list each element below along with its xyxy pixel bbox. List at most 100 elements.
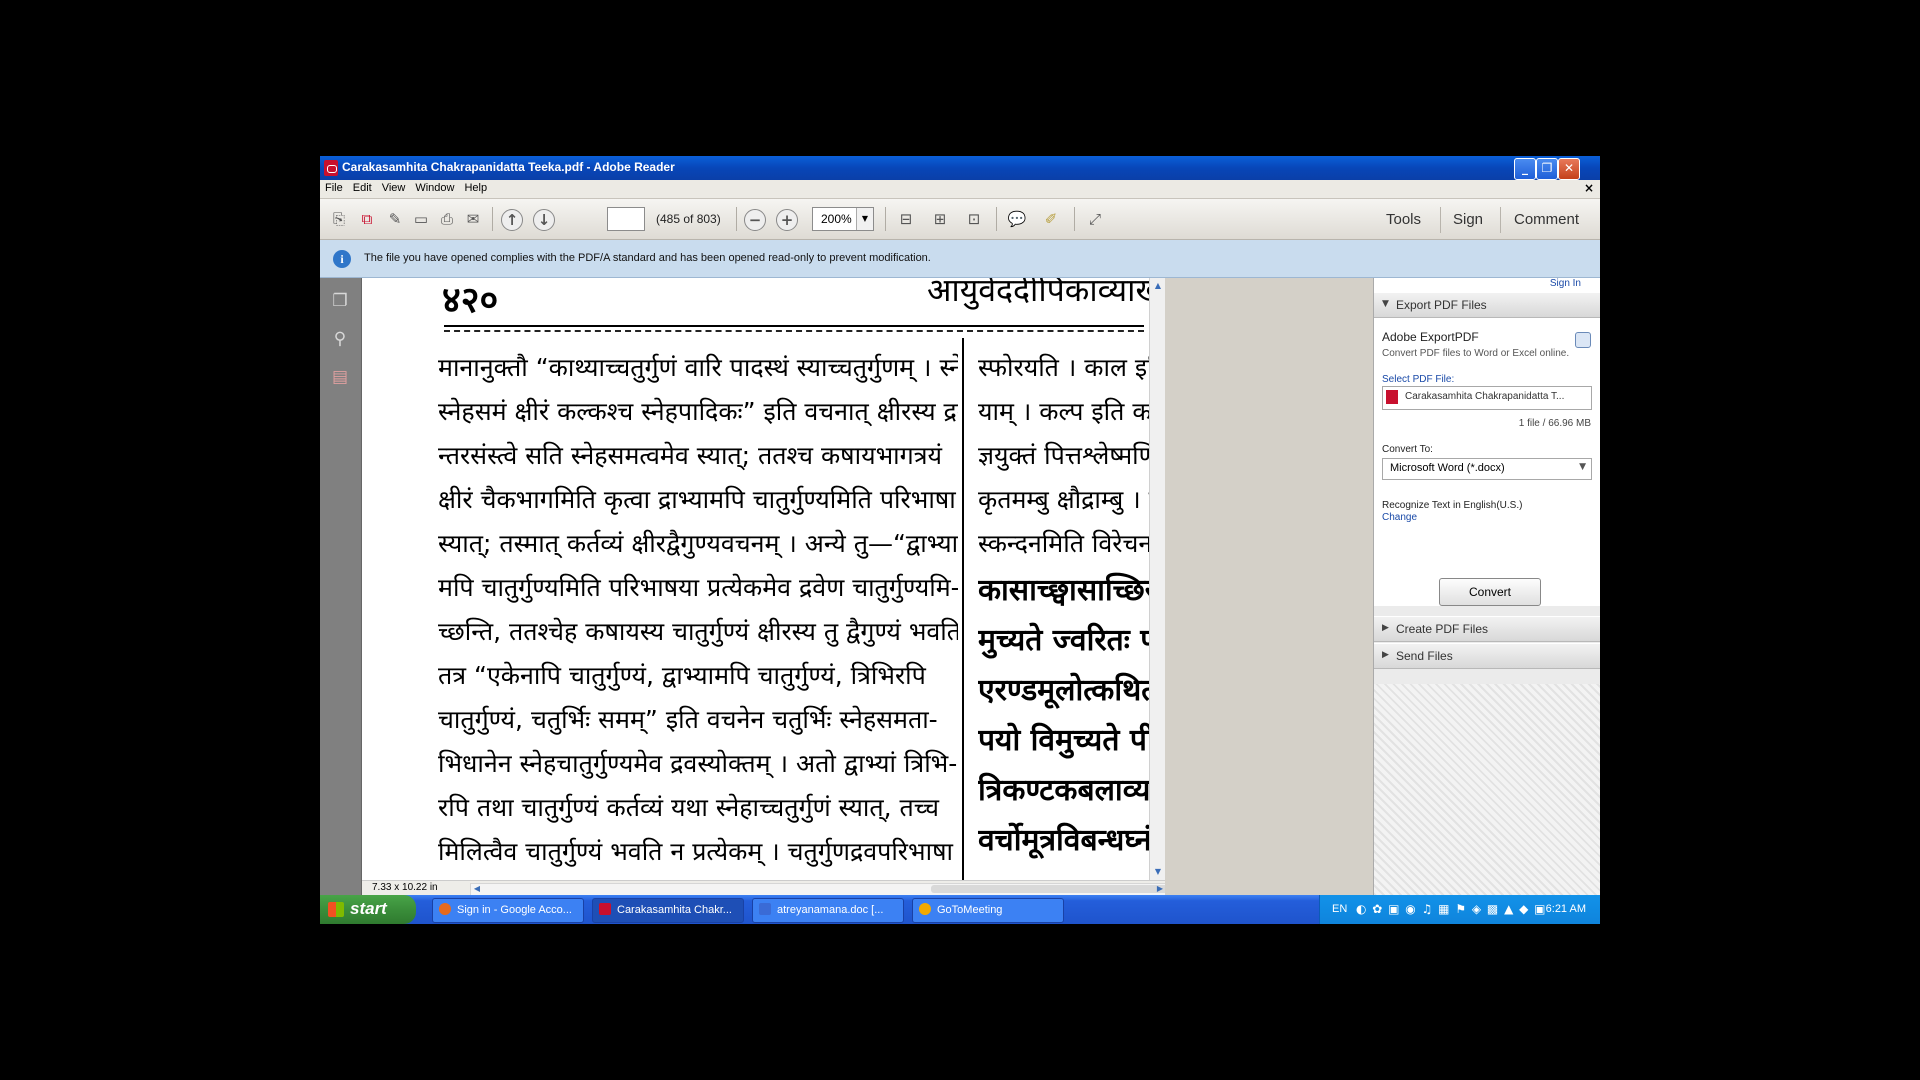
chevron-down-icon[interactable]: ▼: [856, 208, 873, 230]
language-indicator[interactable]: EN: [1332, 903, 1347, 915]
scroll-down-icon[interactable]: ▼: [1152, 866, 1164, 878]
vertical-scrollbar[interactable]: ▲ ▼: [1149, 278, 1165, 880]
create-pdf-header[interactable]: ▶ Create PDF Files: [1374, 616, 1600, 642]
tab-comment[interactable]: Comment: [1514, 211, 1579, 228]
export-pdf-title: Export PDF Files: [1396, 298, 1487, 312]
convert-button[interactable]: Convert: [1439, 578, 1541, 606]
signatures-icon[interactable]: ▤: [330, 366, 350, 388]
column-rule: [962, 338, 964, 880]
toolbar-separator: [996, 207, 997, 231]
window-title: Carakasamhita Chakrapanidatta Teeka.pdf …: [342, 160, 675, 174]
text-line: मिलित्वैव चातुर्गुण्यं भवति न प्रत्येकम्…: [438, 837, 954, 866]
taskbar-item-google[interactable]: Sign in - Google Acco...: [432, 898, 584, 923]
text-line: क्षीरं चैकभागमिति कृत्वा द्राभ्यामपि चात…: [438, 485, 956, 514]
menu-edit[interactable]: Edit: [348, 180, 377, 196]
page-number-input[interactable]: [607, 207, 645, 231]
taskbar-item-adobe[interactable]: Carakasamhita Chakr...: [592, 898, 744, 923]
scroll-thumb[interactable]: [931, 885, 1165, 893]
menu-window[interactable]: Window: [410, 180, 459, 196]
right-column-text: स्फोरयति । काल इति याम् । कल्प इति कल्पस…: [978, 346, 1149, 866]
save-icon[interactable]: ▭: [410, 208, 432, 230]
windows-flag-icon: [328, 902, 344, 917]
full-screen-icon[interactable]: ⤢: [1084, 208, 1106, 230]
create-pdf-icon[interactable]: ⎘: [328, 208, 350, 230]
chevron-down-icon[interactable]: ▼: [1579, 462, 1586, 472]
menu-view[interactable]: View: [377, 180, 411, 196]
tools-pane: Sign In ▼ Export PDF Files Adobe ExportP…: [1373, 278, 1600, 895]
open-pdf-icon[interactable]: ⧉: [356, 208, 378, 230]
sign-in-bar: Sign In: [1374, 278, 1600, 292]
convert-to-select[interactable]: Microsoft Word (*.docx) ▼: [1382, 458, 1592, 480]
task-label: GoToMeeting: [937, 904, 1003, 916]
send-files-header[interactable]: ▶ Send Files: [1374, 643, 1600, 669]
scroll-left-icon[interactable]: ◀: [471, 883, 483, 894]
toolbar-separator: [736, 207, 737, 231]
fit-width-icon[interactable]: ⊞: [929, 208, 951, 230]
toolbar-separator: [1074, 207, 1075, 231]
text-line: स्नेहसमं क्षीरं कल्कश्च स्नेहपादिकः” इति…: [438, 397, 958, 426]
taskbar-item-word[interactable]: atreyanamana.doc [...: [752, 898, 904, 923]
send-files-title: Send Files: [1396, 649, 1453, 663]
scrolling-mode-icon[interactable]: ⊡: [963, 208, 985, 230]
text-line: स्फोरयति । काल इति: [978, 353, 1149, 382]
previous-page-icon[interactable]: ↑: [501, 209, 523, 231]
page-size: 7.33 x 10.22 in: [372, 882, 438, 893]
next-page-icon[interactable]: ↓: [533, 209, 555, 231]
document-view[interactable]: ४२० आयुर्वेददीपिकाव्याख्यासंवलिता मानानु…: [362, 278, 1165, 895]
close-button[interactable]: ✕: [1558, 158, 1580, 180]
attachments-icon[interactable]: ⚲: [330, 328, 350, 350]
zoom-value: 200%: [821, 212, 852, 226]
email-icon[interactable]: ✉: [462, 208, 484, 230]
create-pdf-title: Create PDF Files: [1396, 622, 1489, 636]
toolbar: ⎘ ⧉ ✎ ▭ ⎙ ✉ ↑ ↓ (485 of 803) − + 200% ▼ …: [320, 199, 1600, 240]
selected-file-name: Carakasamhita Chakrapanidatta T...: [1405, 391, 1565, 402]
recognize-text-label: Recognize Text in English(U.S.): [1382, 500, 1523, 511]
page-number-text: ४२०: [442, 279, 499, 321]
tab-sign[interactable]: Sign: [1453, 211, 1483, 228]
text-line: रपि तथा चातुर्गुण्यं कर्तव्यं यथा स्नेहा…: [438, 793, 940, 822]
status-row: 7.33 x 10.22 in ◀ ▶: [362, 880, 1165, 895]
scroll-right-icon[interactable]: ▶: [1154, 883, 1165, 894]
comment-icon[interactable]: 💬: [1006, 208, 1028, 230]
change-link[interactable]: Change: [1382, 512, 1417, 523]
text-line: स्कन्दनमिति विरेचनम् ।: [978, 529, 1149, 558]
pdf-file-icon: [1386, 390, 1398, 404]
tray-icons[interactable]: ◐ ✿ ▣ ◉ ♫ ▦ ⚑ ◈ ▩ ▲ ◆ ▣: [1356, 902, 1547, 916]
taskbar-item-gotomeeting[interactable]: GoToMeeting: [912, 898, 1064, 923]
verse-line: मुच्यते ज्वरितः पीत: [978, 623, 1149, 658]
selected-file-field[interactable]: Carakasamhita Chakrapanidatta T...: [1382, 386, 1592, 410]
zoom-out-icon[interactable]: −: [744, 209, 766, 231]
tab-tools[interactable]: Tools: [1386, 211, 1421, 228]
info-message: The file you have opened complies with t…: [364, 252, 931, 264]
zoom-select[interactable]: 200% ▼: [812, 207, 874, 231]
fit-page-icon[interactable]: ⊟: [895, 208, 917, 230]
horizontal-scrollbar[interactable]: ◀ ▶: [470, 883, 1165, 895]
zoom-in-icon[interactable]: +: [776, 209, 798, 231]
text-line: कृतमम्बु क्षौद्राम्बु । सैन्ध: [978, 485, 1149, 514]
clock: 6:21 AM: [1545, 903, 1586, 915]
gotomeeting-icon: [919, 903, 931, 915]
edit-pdf-icon[interactable]: ✎: [384, 208, 406, 230]
document-close-icon[interactable]: ×: [1584, 181, 1594, 195]
task-label: Sign in - Google Acco...: [457, 904, 572, 916]
print-icon[interactable]: ⎙: [436, 208, 458, 230]
menu-help[interactable]: Help: [459, 180, 492, 196]
export-info-icon[interactable]: [1575, 332, 1591, 348]
page-thumbnails-icon[interactable]: ❐: [330, 290, 350, 312]
title-bar[interactable]: Carakasamhita Chakrapanidatta Teeka.pdf …: [320, 156, 1600, 180]
sign-in-link[interactable]: Sign In: [1550, 278, 1600, 289]
adobe-reader-icon: [324, 160, 338, 176]
scroll-up-icon[interactable]: ▲: [1152, 280, 1164, 292]
toolbar-separator: [885, 207, 886, 231]
minimize-button[interactable]: _: [1514, 158, 1536, 180]
select-file-label: Select PDF File:: [1382, 374, 1455, 385]
start-button[interactable]: start: [320, 895, 416, 924]
export-pdf-header[interactable]: ▼ Export PDF Files: [1374, 292, 1600, 318]
menu-file[interactable]: File: [320, 180, 348, 196]
taskbar: start Sign in - Google Acco... Carakasam…: [320, 895, 1600, 924]
highlight-icon[interactable]: ✐: [1040, 208, 1062, 230]
verse-line: एरण्डमूलोत्कथितं: [978, 673, 1149, 708]
text-line: च्छन्ति, ततश्चेह कषायस्य चातुर्गुण्यं क्…: [438, 617, 958, 646]
page-count: (485 of 803): [656, 212, 721, 226]
restore-button[interactable]: ❐: [1536, 158, 1558, 180]
